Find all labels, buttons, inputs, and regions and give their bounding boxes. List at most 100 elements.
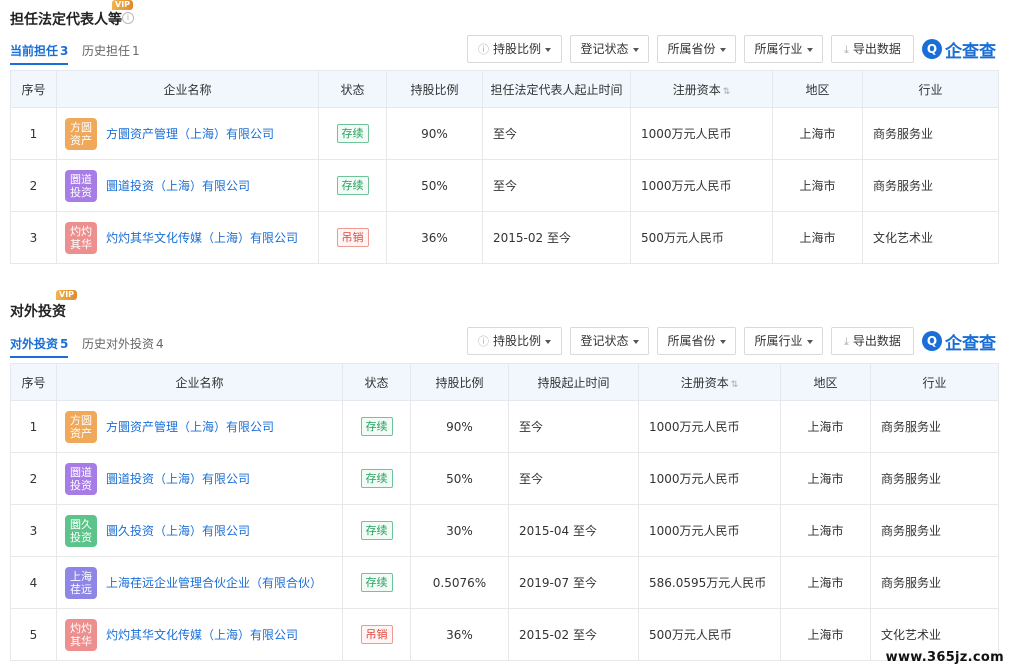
filter-province-button[interactable]: 所属省份 xyxy=(657,327,736,355)
industry-cell: 商务服务业 xyxy=(870,504,999,557)
col-header: 状态 xyxy=(318,70,387,108)
ratio-cell: 0.5076% xyxy=(410,556,509,609)
col-header-capital[interactable]: 注册资本 ⇅ xyxy=(630,70,773,108)
col-header: 地区 xyxy=(780,363,871,401)
watermark: www.365jz.com xyxy=(885,650,1004,665)
status-badge: 存续 xyxy=(336,176,369,195)
caret-down-icon xyxy=(806,47,813,52)
ratio-cell: 36% xyxy=(386,211,483,264)
region-cell: 上海市 xyxy=(772,211,863,264)
filter-province-button[interactable]: 所属省份 xyxy=(657,35,736,63)
info-icon[interactable]: i xyxy=(122,12,134,24)
company-name-link[interactable]: 灼灼其华文化传媒（上海）有限公司 xyxy=(106,229,298,246)
export-button[interactable]: ⤓ 导出数据 xyxy=(831,327,914,355)
period-cell: 2015-02 至今 xyxy=(482,211,631,264)
company-avatar: 圜道投资 xyxy=(65,169,97,202)
status-cell: 吊销 xyxy=(318,211,387,264)
period-cell: 至今 xyxy=(508,452,639,505)
company-cell: 灼灼其华 灼灼其华文化传媒（上海）有限公司 xyxy=(56,211,319,264)
sort-icon[interactable]: ⇅ xyxy=(723,87,731,97)
region-cell: 上海市 xyxy=(780,504,871,557)
section-title: 担任法定代表人等 xyxy=(10,12,122,28)
col-header: 企业名称 xyxy=(56,70,319,108)
status-cell: 存续 xyxy=(342,452,411,505)
col-header: 行业 xyxy=(870,363,999,401)
sort-icon[interactable]: ⇅ xyxy=(731,380,739,390)
filter-industry-button[interactable]: 所属行业 xyxy=(744,327,823,355)
caret-down-icon xyxy=(719,47,726,52)
col-header: 地区 xyxy=(772,70,863,108)
col-header: 序号 xyxy=(10,70,57,108)
tab-history[interactable]: 历史担任 1 xyxy=(82,42,140,59)
industry-cell: 商务服务业 xyxy=(870,400,999,453)
filter-status-button[interactable]: 登记状态 xyxy=(570,35,649,63)
col-header: 持股比例 xyxy=(386,70,483,108)
capital-cell: 1000万元人民币 xyxy=(630,107,773,160)
company-name-link[interactable]: 圜久投资（上海）有限公司 xyxy=(106,522,250,539)
logo-icon: Q xyxy=(922,331,942,351)
legal-rep-section: 担任法定代表人等 VIP i 当前担任 3 历史担任 1 ⓘ 持股比例 登记状态 所属… xyxy=(0,0,1012,270)
company-cell: 圜道投资 圜道投资（上海）有限公司 xyxy=(56,452,343,505)
qcc-logo: Q 企查查 xyxy=(922,329,996,354)
filter-ratio-button[interactable]: ⓘ 持股比例 xyxy=(467,327,562,355)
caret-down-icon xyxy=(545,339,551,344)
region-cell: 上海市 xyxy=(780,608,871,661)
legal-rep-table: 序号 企业名称 状态 持股比例 担任法定代表人起止时间 注册资本 ⇅ 地区 行业 … xyxy=(10,70,999,264)
investment-table: 序号 企业名称 状态 持股比例 持股起止时间 注册资本 ⇅ 地区 行业 1 方圆资产… xyxy=(10,363,999,661)
period-cell: 至今 xyxy=(482,107,631,160)
col-header: 持股起止时间 xyxy=(508,363,639,401)
ratio-cell: 30% xyxy=(410,504,509,557)
status-badge: 存续 xyxy=(360,417,393,436)
ratio-cell: 90% xyxy=(386,107,483,160)
filter-ratio-button[interactable]: ⓘ 持股比例 xyxy=(467,35,562,63)
ratio-cell: 36% xyxy=(410,608,509,661)
region-cell: 上海市 xyxy=(772,107,863,160)
capital-cell: 586.0595万元人民币 xyxy=(638,556,781,609)
industry-cell: 商务服务业 xyxy=(870,452,999,505)
logo-icon: Q xyxy=(922,39,942,59)
period-cell: 2015-04 至今 xyxy=(508,504,639,557)
period-cell: 2019-07 至今 xyxy=(508,556,639,609)
vip-badge: VIP xyxy=(112,0,134,10)
col-header: 持股比例 xyxy=(410,363,509,401)
tab-current-investment[interactable]: 对外投资 5 xyxy=(10,335,69,358)
status-cell: 存续 xyxy=(342,556,411,609)
table-row: 3 圜久投资 圜久投资（上海）有限公司 存续 30% 2015-04 至今 1000万元人民… xyxy=(10,504,999,557)
company-name-link[interactable]: 圜道投资（上海）有限公司 xyxy=(106,470,250,487)
company-name-link[interactable]: 圜道投资（上海）有限公司 xyxy=(106,177,250,194)
vip-badge: VIP xyxy=(56,290,78,300)
region-cell: 上海市 xyxy=(772,159,863,212)
col-header: 状态 xyxy=(342,363,411,401)
company-name-link[interactable]: 方圜资产管理（上海）有限公司 xyxy=(106,418,274,435)
table-row: 3 灼灼其华 灼灼其华文化传媒（上海）有限公司 吊销 36% 2015-02 至今 500万… xyxy=(10,211,999,264)
industry-cell: 文化艺术业 xyxy=(862,211,999,264)
company-avatar: 圜久投资 xyxy=(65,514,97,547)
industry-cell: 商务服务业 xyxy=(862,107,999,160)
col-header-capital[interactable]: 注册资本 ⇅ xyxy=(638,363,781,401)
row-index: 2 xyxy=(10,159,57,212)
status-cell: 存续 xyxy=(318,159,387,212)
period-cell: 至今 xyxy=(508,400,639,453)
row-index: 1 xyxy=(10,107,57,160)
filter-status-button[interactable]: 登记状态 xyxy=(570,327,649,355)
row-index: 3 xyxy=(10,211,57,264)
row-index: 5 xyxy=(10,608,57,661)
company-name-link[interactable]: 灼灼其华文化传媒（上海）有限公司 xyxy=(106,626,298,643)
table-row: 1 方圆资产 方圜资产管理（上海）有限公司 存续 90% 至今 1000万元人民币 上海市 商务… xyxy=(10,400,999,453)
company-name-link[interactable]: 方圜资产管理（上海）有限公司 xyxy=(106,125,274,142)
tab-history-investment[interactable]: 历史对外投资 4 xyxy=(82,335,164,352)
tab-current[interactable]: 当前担任 3 xyxy=(10,42,69,65)
status-badge: 吊销 xyxy=(360,625,393,644)
export-button[interactable]: ⤓ 导出数据 xyxy=(831,35,914,63)
filter-industry-button[interactable]: 所属行业 xyxy=(744,35,823,63)
row-index: 4 xyxy=(10,556,57,609)
download-icon: ⤓ xyxy=(844,335,849,348)
investment-section: 对外投资 VIP 对外投资 5 历史对外投资 4 ⓘ 持股比例 登记状态 所属省份 所… xyxy=(0,285,1012,669)
capital-cell: 500万元人民币 xyxy=(630,211,773,264)
status-badge: 吊销 xyxy=(336,228,369,247)
status-cell: 存续 xyxy=(342,400,411,453)
period-cell: 2015-02 至今 xyxy=(508,608,639,661)
status-cell: 存续 xyxy=(342,504,411,557)
company-name-link[interactable]: 上海荏远企业管理合伙企业（有限合伙） xyxy=(106,574,322,591)
company-cell: 圜道投资 圜道投资（上海）有限公司 xyxy=(56,159,319,212)
